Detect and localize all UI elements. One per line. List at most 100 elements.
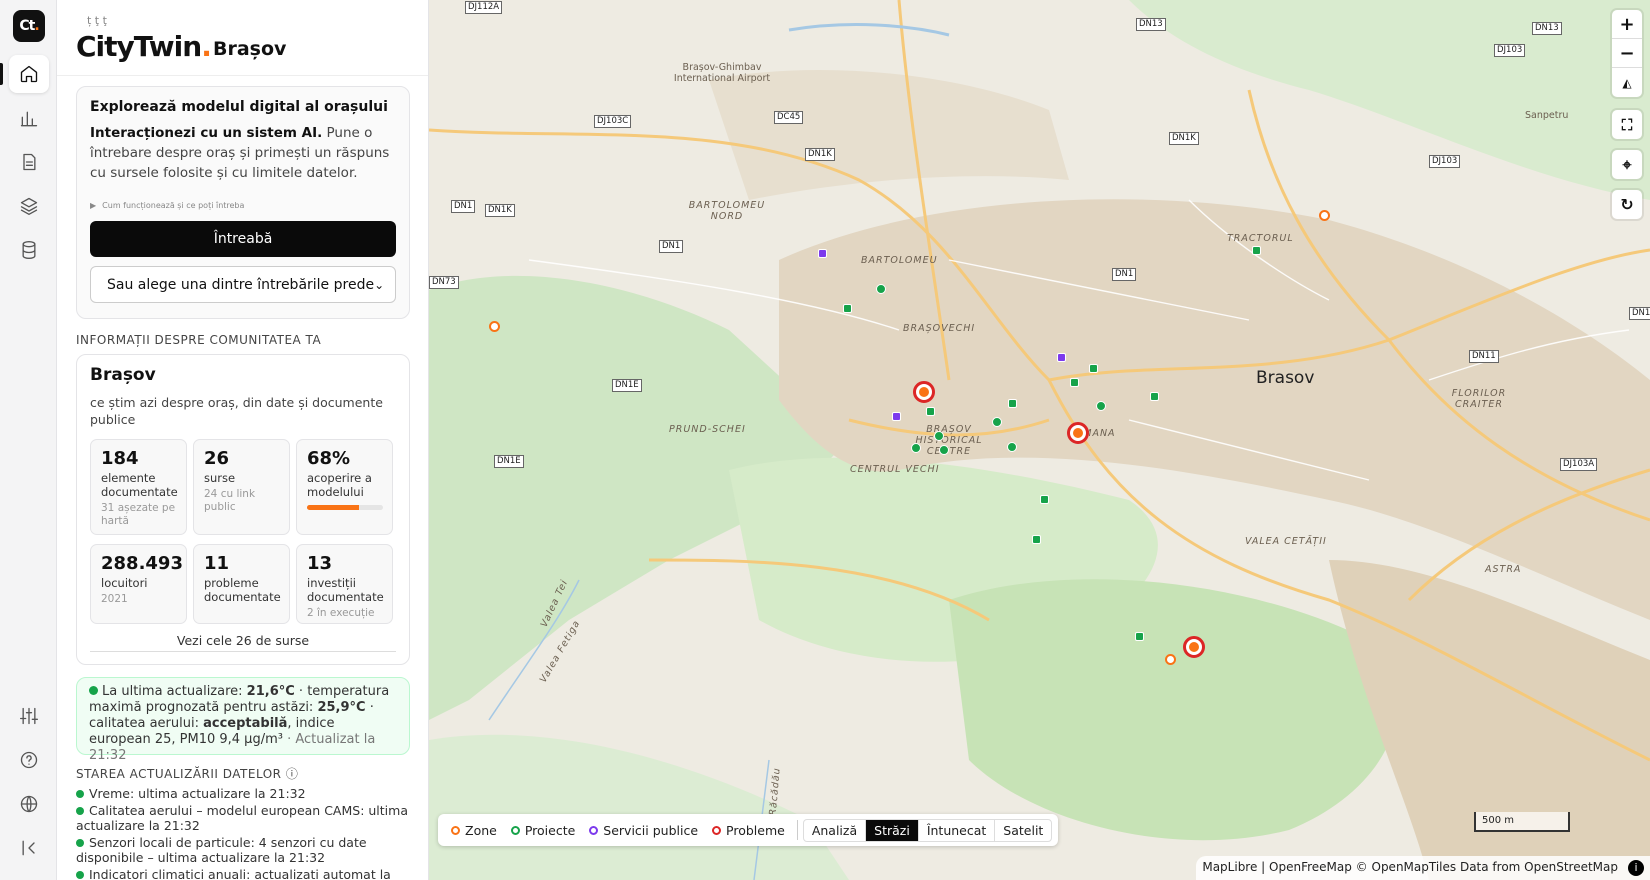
project-marker[interactable] [1032, 535, 1041, 544]
ask-button[interactable]: Întreabă [90, 221, 396, 257]
fullscreen-icon: ⛶ [1621, 115, 1633, 134]
nav-data[interactable] [9, 231, 49, 269]
see-all-sources-link[interactable]: Vezi cele 26 de surse [90, 633, 396, 652]
project-marker[interactable] [1008, 399, 1017, 408]
place-label: Sanpetru [1525, 110, 1569, 121]
road-label: DN11 [1469, 350, 1499, 363]
project-marker[interactable] [1096, 401, 1106, 411]
public-service-marker[interactable] [1057, 353, 1066, 362]
nav-help[interactable] [9, 741, 49, 779]
map-basemap [429, 0, 1650, 880]
nav-layers[interactable] [9, 187, 49, 225]
district-label: BARTOLOMEU [861, 255, 938, 266]
compass-button[interactable]: ◭ [1612, 68, 1642, 97]
how-it-works-toggle[interactable]: ▶ Cum funcționează și ce poți întreba [90, 197, 396, 212]
road-label: DN73 [429, 276, 459, 289]
stat-problems[interactable]: 11 probleme documentate [193, 544, 290, 624]
zone-marker[interactable] [1319, 210, 1330, 221]
district-label: CENTRUL VECHI [850, 464, 940, 475]
info-icon[interactable]: i [1628, 860, 1644, 876]
project-marker[interactable] [992, 417, 1002, 427]
district-label: BARTOLOMEU NORD [688, 200, 766, 222]
project-marker[interactable] [926, 407, 935, 416]
legend-public-services[interactable]: Servicii publice [589, 823, 698, 838]
project-marker[interactable] [1007, 442, 1017, 452]
stat-sources[interactable]: 26 surse 24 cu link public [193, 439, 290, 535]
legend-zones[interactable]: Zone [451, 823, 497, 838]
side-panel: ț ţ ţ CityTwin. Brașov Explorează modelu… [57, 0, 429, 880]
stat-population[interactable]: 288.493 locuitori 2021 [90, 544, 187, 624]
road-label: DN1K [1169, 132, 1199, 145]
style-tab-streets[interactable]: Străzi [866, 819, 919, 841]
divider [796, 820, 798, 840]
zoom-out-button[interactable]: − [1612, 39, 1642, 68]
collapse-sidebar-button[interactable] [9, 829, 49, 867]
nav-language[interactable] [9, 785, 49, 823]
problem-marker[interactable] [913, 381, 935, 403]
stat-elements[interactable]: 184 elemente documentate 31 așezate pe h… [90, 439, 187, 535]
nav-settings[interactable] [9, 697, 49, 735]
district-label: BRAȘOVECHI [903, 323, 976, 334]
district-label: TRACTORUL [1227, 233, 1294, 244]
community-section-title: INFORMAȚII DESPRE COMUNITATEA TA [76, 333, 322, 347]
map-view[interactable]: Brasov BARTOLOMEU NORD BARTOLOMEU BRAȘOV… [429, 0, 1650, 880]
zone-marker[interactable] [489, 321, 500, 332]
city-label: Brasov [1256, 368, 1315, 388]
road-label: DN1A [1629, 307, 1650, 320]
project-marker[interactable] [1252, 246, 1261, 255]
map-style-switcher: Analiză Străzi Întunecat Satelit [802, 818, 1053, 842]
public-service-marker[interactable] [892, 412, 901, 421]
public-service-marker[interactable] [818, 249, 827, 258]
stat-investments[interactable]: 13 investiții documentate 2 în execuție [296, 544, 393, 624]
style-tab-satellite[interactable]: Satelit [995, 820, 1051, 841]
caret-right-icon: ▶ [90, 201, 97, 210]
road-label: DJ103 [1494, 44, 1526, 57]
zoom-in-button[interactable]: + [1612, 10, 1642, 39]
project-marker[interactable] [876, 284, 886, 294]
project-marker[interactable] [843, 304, 852, 313]
weather-status-card: La ultima actualizare: 21,6°C · temperat… [76, 677, 410, 763]
problem-marker[interactable] [1183, 636, 1205, 658]
fullscreen-button[interactable]: ⛶ [1612, 110, 1642, 139]
road-label: DN1 [659, 240, 684, 253]
document-icon [23, 153, 36, 171]
predefined-questions-select[interactable]: Sau alege una dintre întrebările prede ⌄ [90, 266, 396, 303]
road-label: DJ103A [1560, 458, 1598, 471]
zone-marker[interactable] [1165, 654, 1176, 665]
project-marker[interactable] [1089, 364, 1098, 373]
project-marker[interactable] [1070, 378, 1079, 387]
project-marker[interactable] [934, 431, 944, 441]
nav-home[interactable] [9, 55, 49, 93]
list-item: Vreme: ultima actualizare la 21:32 [76, 786, 410, 801]
data-status-list: Vreme: ultima actualizare la 21:32 Calit… [76, 786, 410, 880]
reset-view-button[interactable]: ↻ [1612, 190, 1642, 219]
help-icon [20, 751, 38, 769]
geolocate-button[interactable]: ⌖ [1612, 150, 1642, 179]
legend-problems[interactable]: Probleme [712, 823, 785, 838]
refresh-icon: ↻ [1620, 195, 1634, 214]
app-logo[interactable]: Ct. [13, 10, 45, 42]
clipped-text: ț ţ ţ [87, 14, 107, 27]
style-tab-dark[interactable]: Întunecat [919, 819, 996, 841]
road-label: DN1 [1112, 268, 1137, 281]
district-label: VALEA CETĂȚII [1245, 536, 1327, 547]
road-label: DN1E [612, 379, 642, 392]
nav-documents[interactable] [9, 143, 49, 181]
project-marker[interactable] [911, 443, 921, 453]
airport-label: Brașov-Ghimbav International Airport [673, 62, 771, 84]
project-marker[interactable] [1135, 632, 1144, 641]
district-label: ASTRA [1485, 564, 1522, 575]
project-marker[interactable] [939, 445, 949, 455]
problem-marker[interactable] [1067, 422, 1089, 444]
nav-analytics[interactable] [9, 100, 49, 138]
road-label: DN1 [451, 200, 476, 213]
style-tab-analysis[interactable]: Analiză [804, 819, 867, 841]
scale-bar: 500 m [1474, 812, 1570, 832]
project-marker[interactable] [1150, 392, 1159, 401]
globe-icon [20, 795, 38, 813]
nav-rail: Ct. [0, 0, 57, 880]
project-marker[interactable] [1040, 495, 1049, 504]
map-legend-toolbar: Zone Proiecte Servicii publice Probleme … [438, 814, 1059, 846]
stat-coverage[interactable]: 68% acoperire a modelului [296, 439, 393, 535]
legend-projects[interactable]: Proiecte [510, 823, 575, 838]
